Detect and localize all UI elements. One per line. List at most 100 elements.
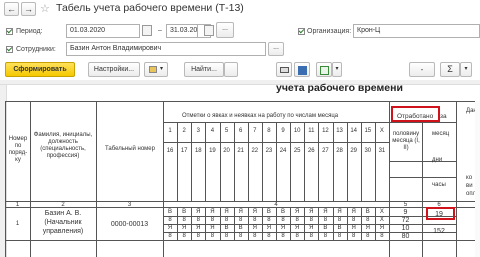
mark-r4-5: 8 [224,233,229,239]
employees-input[interactable]: Базин Антон Владимирович [66,42,266,56]
day-label-b-1: 16 [166,148,174,154]
mark-r2-9: 8 [281,217,285,223]
day-label-b-4: 19 [209,148,216,154]
spreadsheet-icon [320,66,329,75]
mark-r4-13: 8 [337,233,342,239]
mark-r3-16: Я [379,225,385,231]
row-name-3: управления) [42,228,84,235]
mark-r4-12: 8 [323,233,328,239]
month-hours-value: 152 [433,228,445,235]
mark-r1-16: X [379,209,384,215]
header-half-month: половину месяца (I, II) [392,131,420,151]
report-right-shade [475,101,480,257]
header-cut-3: ви [466,183,473,189]
mark-r2-12: 8 [323,217,328,223]
mark-r4-1: 8 [168,233,172,239]
mark-r4-4: 8 [210,233,215,239]
mark-r3-4: Я [210,225,215,231]
mark-r2-7: 8 [253,217,257,223]
day-label-b-15: 30 [364,148,372,154]
mark-r4-7: 8 [253,233,257,239]
mark-r3-10: Я [295,225,300,231]
period-select-button[interactable]: ... [216,22,234,38]
day-label-b-8: 23 [265,148,273,154]
day-label-2: 2 [182,128,186,134]
save-button[interactable] [294,62,310,77]
back-button[interactable]: ← [4,2,19,16]
mark-r1-5: Я [224,209,229,215]
period-label: Период: [16,28,43,35]
date-to-input[interactable]: 31.03.2020 [166,24,198,38]
header-days: дни [432,157,443,163]
header-name: Фамилия, инициалы, должность (специально… [33,132,93,159]
half-value-1: 9 [403,209,408,216]
mark-r3-6: В [238,225,243,231]
employees-label: Сотрудники: [16,46,56,53]
mark-r1-12: Я [323,209,328,215]
employees-select-button[interactable]: ... [268,42,284,56]
period-checkbox[interactable] [6,28,13,35]
mark-r2-16: X [379,217,384,223]
day-label-5: 5 [224,128,229,134]
variants-button[interactable]: ▾ [144,62,168,77]
mark-r4-15: 8 [366,233,370,239]
find-extra-button[interactable] [224,62,238,77]
day-label-7: 7 [253,128,257,134]
organization-checkbox[interactable] [298,28,305,35]
mark-r3-1: Я [167,225,173,231]
row-tab-number: 0000-00013 [110,221,149,228]
header-hours: часы [432,182,446,188]
day-label-b-11: 26 [307,148,315,154]
spreadsheet-button[interactable] [316,62,332,77]
favorite-star-icon[interactable]: ☆ [40,2,50,15]
mark-r3-12: В [323,225,328,231]
floppy-icon [298,66,307,75]
organization-input[interactable]: Крон-Ц [353,24,480,38]
worked-highlight [391,106,440,122]
calendar-to-icon[interactable] [204,25,214,36]
mark-r1-15: В [365,209,370,215]
mark-r2-4: 8 [210,217,215,223]
day-label-b-14: 29 [350,148,358,154]
day-label-13: 13 [336,128,343,134]
half-value-4: 80 [401,233,410,240]
mark-r3-5: В [224,225,229,231]
header-worked-suffix: за [440,113,447,120]
mark-r2-5: 8 [224,217,229,223]
day-label-12: 12 [322,128,329,134]
mark-r1-9: В [281,209,286,215]
day-label-b-9: 24 [279,148,287,154]
calendar-from-icon[interactable] [142,25,152,36]
day-label-16: X [379,128,384,134]
col-num-3: 3 [127,202,132,208]
generate-button[interactable]: Сформировать [5,62,75,77]
day-label-b-6: 21 [237,148,245,154]
sum-button[interactable]: Σ [440,62,460,77]
header-marks: Отметки о явках и неявках на работу по ч… [182,113,339,119]
mark-r1-13: Я [337,209,342,215]
report-area: учета рабочего времени Номер по поряд-ку… [0,80,480,257]
sum-chevron[interactable]: ▾ [460,62,472,77]
mark-r1-11: Я [309,209,314,215]
forward-button[interactable]: → [21,2,36,16]
printer-icon [280,67,289,73]
mark-r4-6: 8 [239,233,243,239]
day-label-b-3: 18 [194,148,202,154]
mark-r4-16: 8 [380,233,384,239]
zoom-out-button[interactable]: - [409,62,435,77]
print-button[interactable] [276,62,292,77]
day-label-8: 8 [267,128,271,134]
employees-checkbox[interactable] [6,46,13,53]
spreadsheet-chevron[interactable]: ▾ [332,62,342,77]
day-label-15: 15 [364,128,372,134]
mark-r1-6: Я [238,209,243,215]
sigma-icon: Σ [447,64,453,74]
mark-r1-10: Я [295,209,300,215]
find-button[interactable]: Найти... [184,62,224,77]
day-label-1: 1 [168,128,172,134]
settings-button[interactable]: Настройки... [88,62,140,77]
mark-r4-3: 8 [196,233,200,239]
date-from-input[interactable]: 01.03.2020 [66,24,140,38]
mark-r2-11: 8 [309,217,313,223]
mark-r3-7: Я [252,225,257,231]
